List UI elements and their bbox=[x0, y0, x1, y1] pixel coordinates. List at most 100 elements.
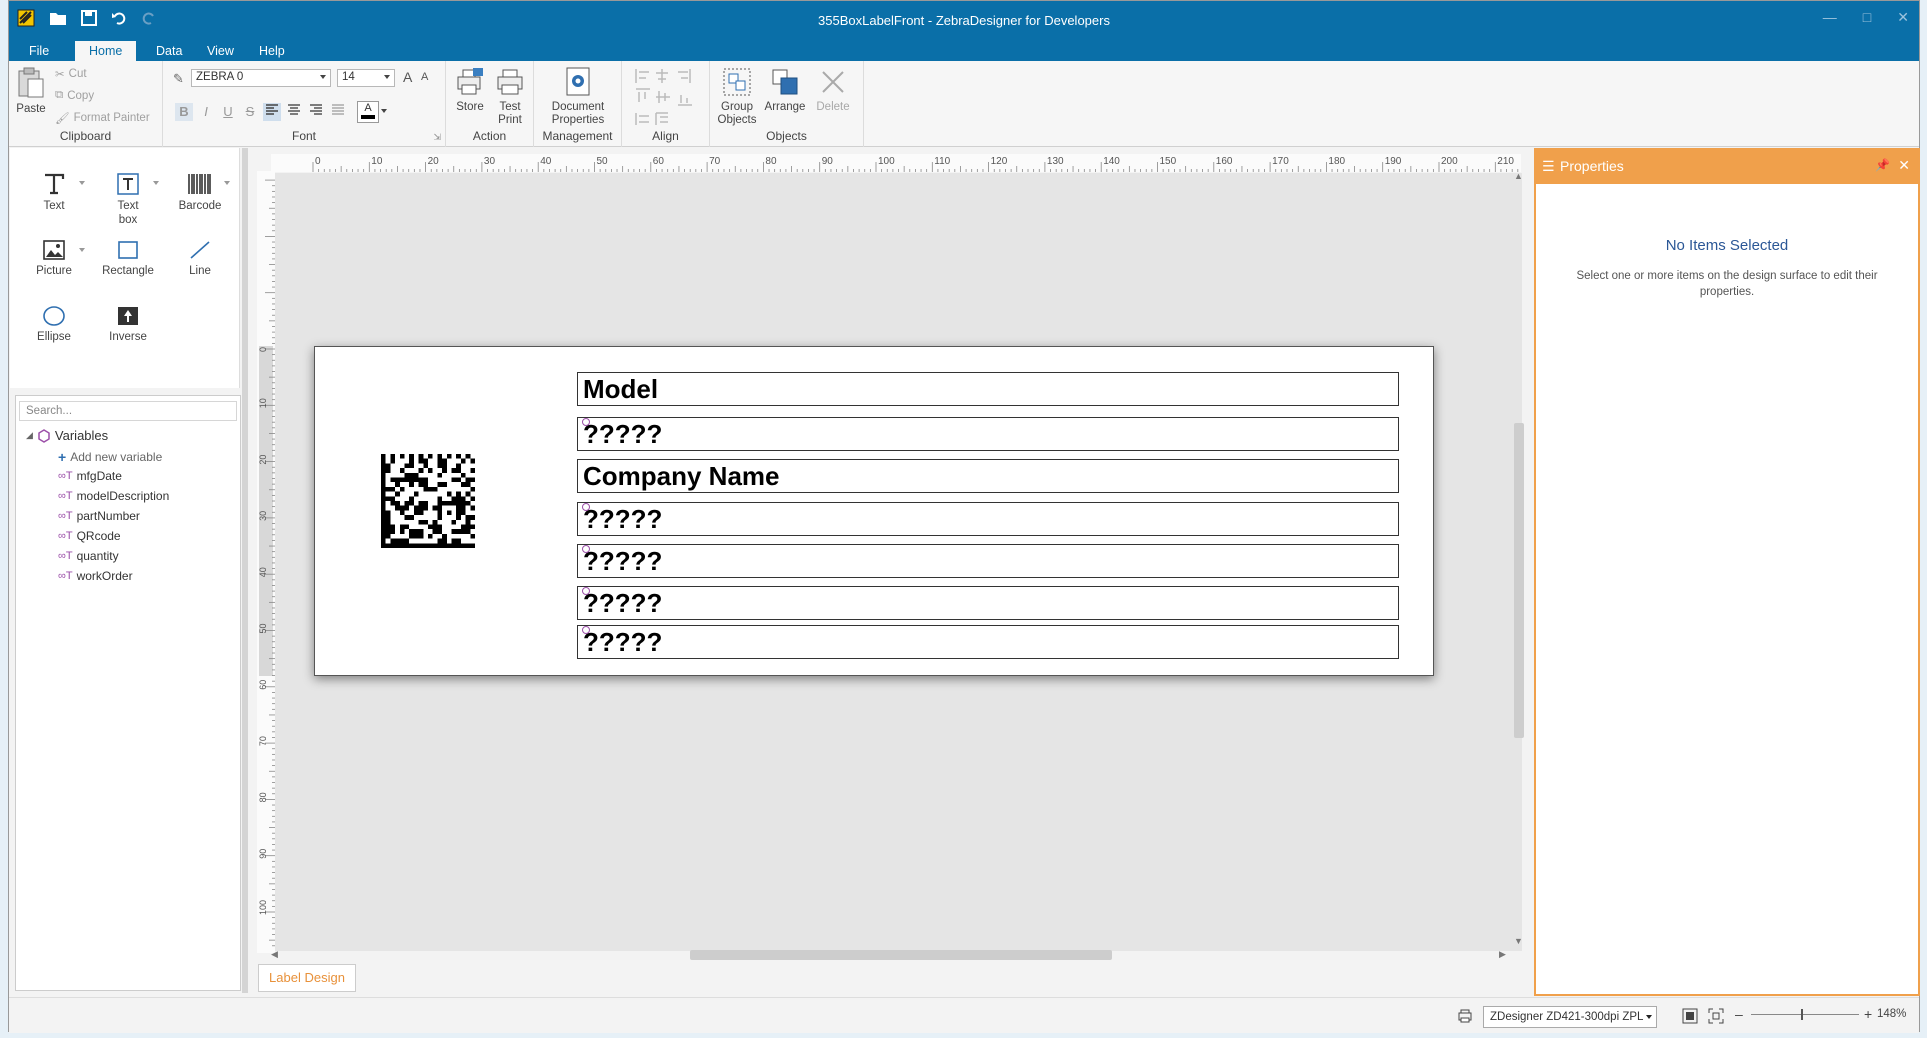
group-objects-button[interactable]: Group Objects bbox=[714, 67, 760, 127]
close-panel-icon[interactable]: ✕ bbox=[1898, 157, 1910, 174]
chevron-down-icon[interactable] bbox=[224, 181, 230, 185]
variable-item[interactable]: ∞T partNumber bbox=[58, 509, 140, 523]
label-field-variable[interactable]: ????? bbox=[577, 502, 1399, 536]
font-color-chevron-icon[interactable] bbox=[381, 109, 387, 113]
datamatrix-barcode[interactable] bbox=[381, 454, 475, 548]
bold-button[interactable]: B bbox=[175, 103, 193, 121]
underline-button[interactable]: U bbox=[219, 103, 237, 121]
variable-item[interactable]: ∞T mfgDate bbox=[58, 469, 122, 483]
scroll-left-icon[interactable]: ◀ bbox=[271, 949, 278, 960]
label-design-tab[interactable]: Label Design bbox=[258, 964, 356, 992]
variable-link-icon bbox=[582, 587, 590, 595]
tab-view[interactable]: View bbox=[193, 41, 248, 61]
font-size-select[interactable]: 14 bbox=[337, 69, 395, 87]
dialog-launcher-icon[interactable]: ⇲ bbox=[433, 132, 441, 143]
tab-file[interactable]: File bbox=[15, 41, 63, 61]
strikethrough-button[interactable]: S bbox=[241, 103, 259, 121]
label-field-company[interactable]: Company Name bbox=[577, 459, 1399, 493]
zoom-slider-thumb[interactable] bbox=[1801, 1009, 1803, 1020]
maximize-icon[interactable]: □ bbox=[1863, 9, 1871, 26]
variable-item[interactable]: ∞T workOrder bbox=[58, 569, 133, 583]
chevron-down-icon[interactable] bbox=[79, 248, 85, 252]
label-field-variable[interactable]: ????? bbox=[577, 586, 1399, 620]
store-button[interactable]: Store bbox=[451, 67, 489, 114]
label-field-variable[interactable]: ????? bbox=[577, 544, 1399, 578]
inverse-tool[interactable]: Inverse bbox=[98, 305, 158, 344]
close-icon[interactable]: ✕ bbox=[1897, 9, 1909, 26]
copy-button[interactable]: ⧉ Copy bbox=[55, 89, 94, 102]
label-field-model[interactable]: Model bbox=[577, 372, 1399, 406]
properties-panel: ☰ Properties 📌 ✕ No Items Selected Selec… bbox=[1534, 148, 1920, 996]
align-group-label: Align bbox=[652, 129, 679, 143]
align-right-button[interactable] bbox=[307, 103, 325, 121]
printer-status-icon[interactable] bbox=[1457, 1008, 1473, 1024]
fit-width-icon[interactable] bbox=[1708, 1008, 1724, 1024]
variable-item[interactable]: ∞T modelDescription bbox=[58, 489, 169, 503]
text-tool[interactable]: Text bbox=[24, 172, 84, 213]
menu-lines-icon[interactable]: ☰ bbox=[1542, 158, 1555, 175]
variables-root-node[interactable]: ◢ Variables bbox=[26, 428, 108, 443]
shrink-font-button[interactable]: A bbox=[421, 71, 428, 83]
ruler-tick-label: 0 bbox=[258, 347, 268, 352]
tab-data[interactable]: Data bbox=[142, 41, 196, 61]
label-surface[interactable]: Model ????? Company Name ????? ????? ???… bbox=[314, 346, 1434, 676]
zoom-slider[interactable] bbox=[1751, 1014, 1859, 1015]
cut-button[interactable]: ✂ Cut bbox=[55, 67, 87, 81]
pin-icon[interactable]: 📌 bbox=[1875, 158, 1890, 172]
barcode-tool[interactable]: Barcode bbox=[170, 172, 230, 213]
panel-splitter[interactable] bbox=[242, 148, 248, 993]
line-label: Line bbox=[189, 265, 211, 277]
chevron-down-icon[interactable] bbox=[79, 181, 85, 185]
align-center-button[interactable] bbox=[285, 103, 303, 121]
justify-button[interactable] bbox=[329, 103, 347, 121]
grow-font-button[interactable]: A bbox=[403, 69, 412, 85]
clipboard-group: Paste ✂ Cut ⧉ Copy 🖌 Format Painter Clipboa… bbox=[9, 61, 163, 147]
zoom-in-icon[interactable]: + bbox=[1864, 1006, 1872, 1022]
variable-link-icon bbox=[582, 545, 590, 553]
italic-button[interactable]: I bbox=[197, 103, 215, 121]
delete-button[interactable]: Delete bbox=[810, 67, 856, 114]
picture-tool[interactable]: Picture bbox=[24, 239, 84, 278]
label-field-variable[interactable]: ????? bbox=[577, 417, 1399, 451]
printer-select-value: ZDesigner ZD421-300dpi ZPL bbox=[1490, 1011, 1644, 1023]
scroll-down-icon[interactable]: ▼ bbox=[1514, 936, 1523, 946]
chevron-down-icon[interactable] bbox=[153, 181, 159, 185]
align-center-icon bbox=[288, 104, 300, 115]
text-tool-label: Text bbox=[43, 200, 65, 212]
ellipse-tool[interactable]: Ellipse bbox=[24, 305, 84, 344]
test-print-button[interactable]: Test Print bbox=[491, 67, 529, 127]
textbox-tool[interactable]: Text box bbox=[98, 172, 158, 227]
minimize-icon[interactable]: — bbox=[1823, 9, 1837, 26]
format-painter-button[interactable]: 🖌 Format Painter bbox=[55, 111, 150, 125]
delete-x-icon bbox=[822, 71, 844, 93]
arrange-button[interactable]: Arrange bbox=[762, 67, 808, 114]
variable-item[interactable]: ∞T QRcode bbox=[58, 529, 121, 543]
copy-icon: ⧉ bbox=[55, 89, 64, 101]
label-field-variable[interactable]: ????? bbox=[577, 625, 1399, 659]
horizontal-scrollbar[interactable] bbox=[690, 950, 1112, 960]
expand-chevron-icon[interactable]: ◢ bbox=[26, 430, 33, 441]
vertical-ruler: 0 10 20 30 40 50 60 70 80 90 100 bbox=[257, 171, 275, 953]
fit-page-icon[interactable] bbox=[1682, 1008, 1698, 1024]
scroll-right-icon[interactable]: ▶ bbox=[1499, 949, 1506, 960]
management-group: Document Properties Management bbox=[534, 61, 622, 147]
align-left-button[interactable] bbox=[263, 103, 281, 121]
add-variable-item[interactable]: + Add new variable bbox=[58, 449, 162, 465]
status-bar: ZDesigner ZD421-300dpi ZPL – + 148% bbox=[9, 997, 1919, 1033]
document-properties-button[interactable]: Document Properties bbox=[538, 67, 618, 127]
variable-search-input[interactable]: Search... bbox=[19, 401, 237, 421]
vertical-scrollbar[interactable] bbox=[1514, 423, 1524, 738]
paste-button[interactable]: Paste bbox=[13, 67, 49, 116]
variable-item[interactable]: ∞T quantity bbox=[58, 549, 119, 563]
line-tool[interactable]: Line bbox=[170, 239, 230, 278]
ruler-tick-label: 180 bbox=[1328, 156, 1345, 167]
format-painter-label: Format Painter bbox=[73, 112, 150, 124]
zoom-out-icon[interactable]: – bbox=[1735, 1006, 1743, 1022]
tab-home[interactable]: Home bbox=[75, 41, 137, 61]
font-color-button[interactable]: A bbox=[357, 101, 379, 123]
printer-select[interactable]: ZDesigner ZD421-300dpi ZPL bbox=[1483, 1006, 1657, 1028]
tab-help[interactable]: Help bbox=[245, 41, 299, 61]
rectangle-tool[interactable]: Rectangle bbox=[98, 239, 158, 278]
scroll-up-icon[interactable]: ▲ bbox=[1514, 171, 1523, 181]
font-family-select[interactable]: ZEBRA 0 bbox=[191, 69, 331, 87]
